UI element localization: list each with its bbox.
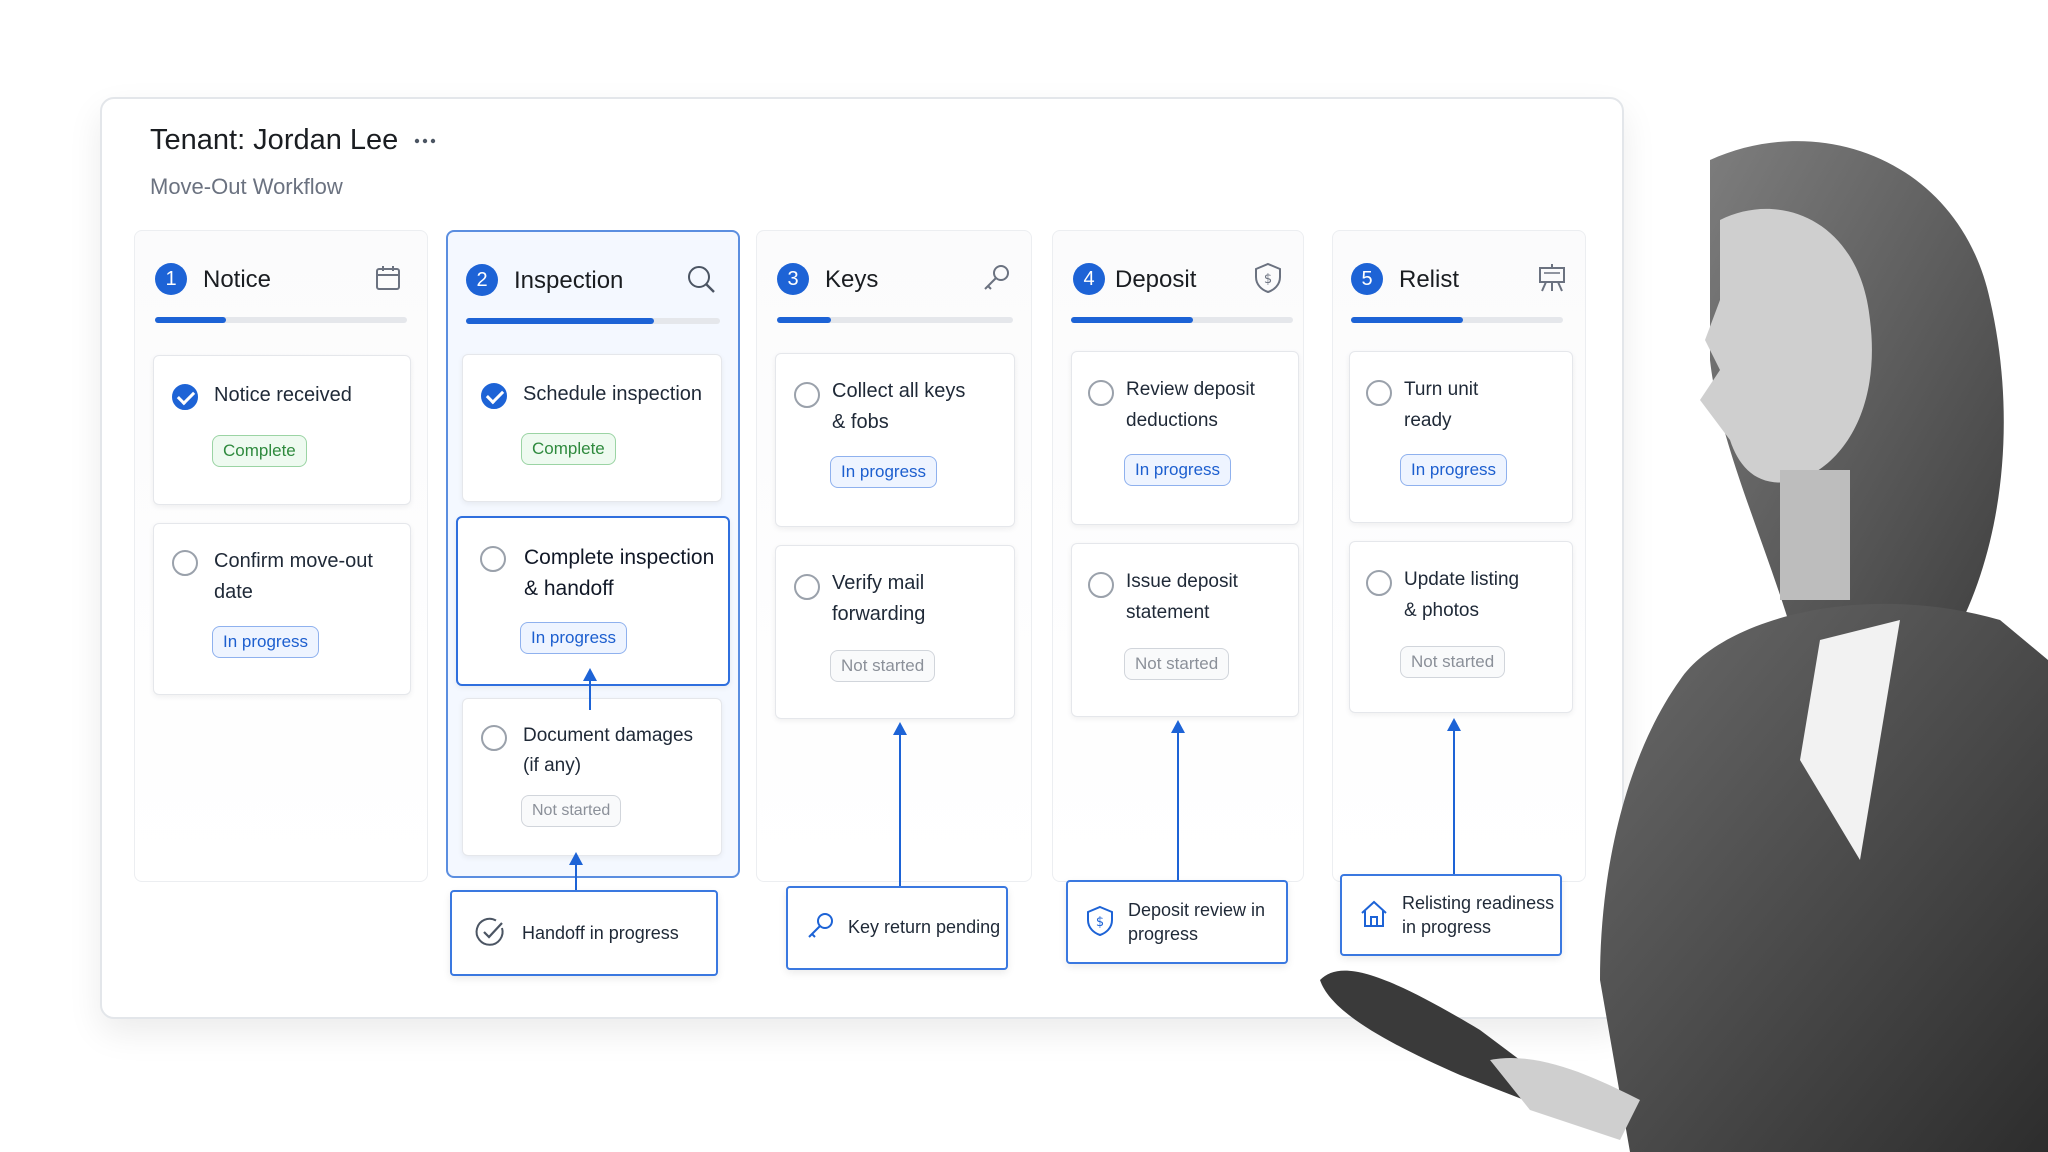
- status-badge: In progress: [1124, 454, 1232, 486]
- page-subtitle: Move-Out Workflow: [150, 174, 343, 199]
- callout-text: Key return pending: [848, 917, 1001, 937]
- column-notice: 1 Notice Notice received Complete Confir…: [134, 230, 428, 882]
- task-card[interactable]: Issue deposit statement Not started: [1071, 543, 1299, 717]
- status-badge: Complete: [521, 433, 616, 465]
- callout-text: Handoff in progress: [522, 923, 679, 943]
- person-photo: [1320, 141, 2048, 1152]
- column-title: Notice: [203, 266, 272, 293]
- status-badge: In progress: [520, 622, 628, 654]
- progress-fill: [1071, 317, 1194, 323]
- task-card[interactable]: Review deposit deductions In progress: [1071, 351, 1299, 525]
- svg-text:$: $: [1096, 915, 1104, 930]
- checkbox[interactable]: [794, 574, 820, 600]
- task-title: Schedule inspection: [523, 383, 703, 405]
- column-title: Keys: [825, 266, 879, 293]
- svg-text:$: $: [1264, 272, 1272, 287]
- progress-fill: [466, 318, 654, 324]
- callout-handoff[interactable]: Handoff in progress: [450, 890, 718, 976]
- column-title: Deposit: [1115, 266, 1197, 293]
- search-icon: [688, 266, 715, 293]
- checkbox[interactable]: [794, 382, 820, 408]
- task-card[interactable]: Verify mail forwarding Not started: [775, 545, 1015, 719]
- task-title: Verify mail forwarding: [832, 572, 926, 625]
- status-badge: Complete: [212, 435, 307, 467]
- task-card[interactable]: Document damages (if any) Not started: [462, 698, 722, 856]
- ellipsis-icon[interactable]: [410, 126, 440, 156]
- page-title: Tenant: Jordan Lee: [150, 124, 399, 156]
- task-card[interactable]: Notice received Complete: [153, 355, 411, 505]
- checkbox-checked[interactable]: [481, 383, 507, 409]
- step-number: 1: [155, 263, 187, 295]
- callout-key-return[interactable]: Key return pending: [786, 886, 1008, 970]
- task-title: Complete inspection & handoff: [524, 546, 715, 600]
- task-card[interactable]: Collect all keys & fobs In progress: [775, 353, 1015, 527]
- progress-fill: [155, 317, 226, 323]
- checkbox-checked[interactable]: [172, 384, 198, 410]
- task-title: Review deposit deductions: [1126, 379, 1255, 431]
- column-title: Inspection: [514, 267, 624, 294]
- task-title: Confirm move-out date: [214, 550, 373, 603]
- progress-fill: [777, 317, 832, 323]
- status-badge: In progress: [830, 456, 938, 488]
- checkbox[interactable]: [1088, 572, 1114, 598]
- step-number: 4: [1073, 263, 1105, 295]
- key-icon: [984, 265, 1009, 290]
- column-keys: 3 Keys Collect all keys & fobs In progre…: [756, 230, 1032, 882]
- connector-arrow: [583, 668, 597, 710]
- task-card[interactable]: Schedule inspection Complete: [462, 354, 722, 502]
- calendar-icon: [376, 266, 400, 290]
- checkbox[interactable]: [480, 546, 506, 572]
- checkbox[interactable]: [1088, 380, 1114, 406]
- task-card[interactable]: Confirm move-out date In progress: [153, 523, 411, 695]
- status-badge: Not started: [521, 795, 622, 827]
- check-circle-icon: [475, 917, 504, 946]
- column-progress: [777, 317, 1013, 323]
- column-progress: [1071, 317, 1293, 323]
- shield-dollar-icon: $: [1255, 262, 1281, 294]
- step-number: 2: [466, 264, 498, 296]
- task-title: Collect all keys & fobs: [832, 380, 966, 433]
- status-badge: Not started: [830, 650, 936, 682]
- column-progress: [466, 318, 720, 324]
- connector-arrow: [569, 852, 583, 890]
- column-inspection: 2 Inspection Schedule inspection Complet…: [446, 230, 740, 878]
- status-badge: Not started: [1124, 648, 1230, 680]
- column-progress: [155, 317, 407, 323]
- callout-text: Deposit review in progress: [1128, 900, 1266, 944]
- checkbox[interactable]: [481, 725, 507, 751]
- connector-arrow: [893, 722, 907, 886]
- checkbox[interactable]: [172, 550, 198, 576]
- task-title: Document damages (if any): [523, 725, 694, 776]
- callout-deposit-review[interactable]: $ Deposit review in progress: [1066, 880, 1288, 964]
- step-number: 3: [777, 263, 809, 295]
- shield-dollar-icon: $: [1087, 905, 1113, 937]
- task-title: Issue deposit statement: [1126, 571, 1238, 623]
- task-card-highlighted[interactable]: Complete inspection & handoff In progres…: [456, 516, 730, 686]
- task-title: Notice received: [214, 384, 352, 406]
- status-badge: In progress: [212, 626, 320, 658]
- key-icon: [808, 913, 833, 938]
- connector-arrow: [1171, 720, 1185, 880]
